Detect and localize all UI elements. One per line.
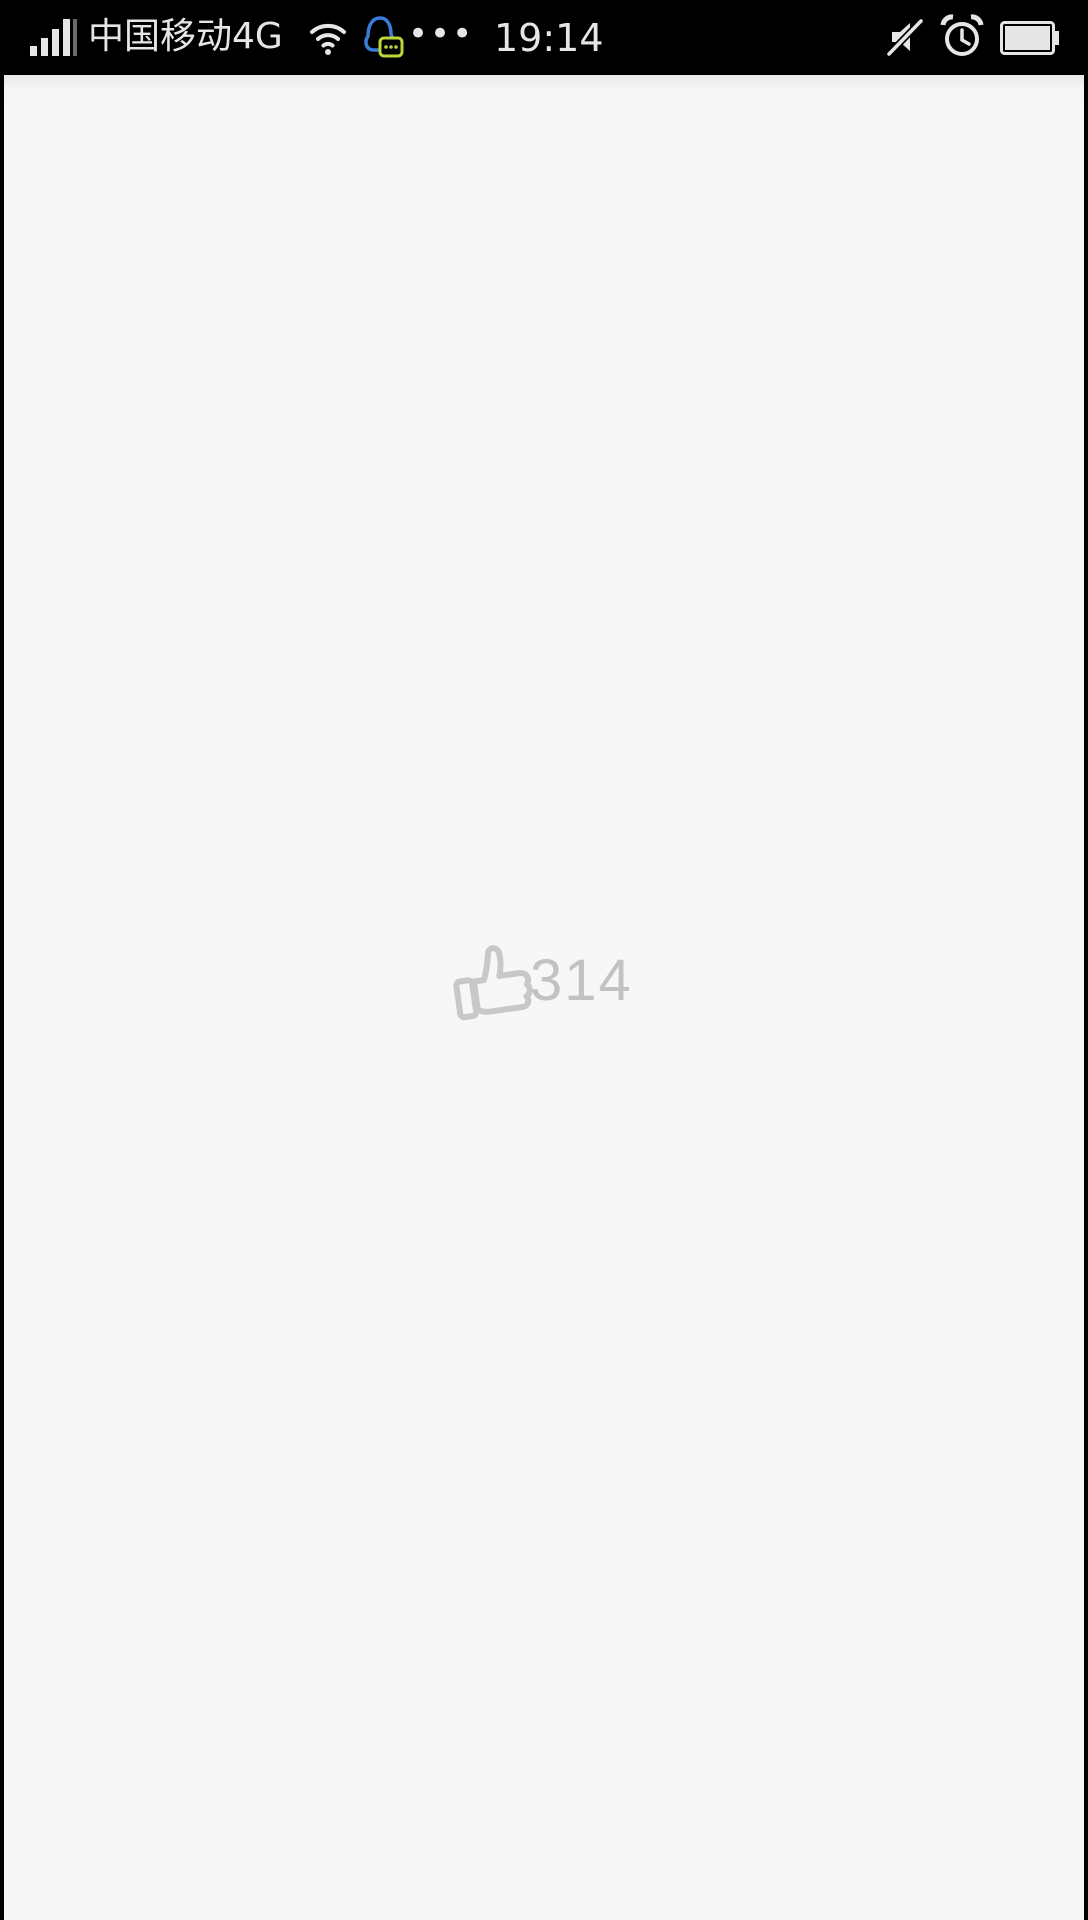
alarm-clock-icon [940, 14, 984, 56]
like-button[interactable]: 314 [450, 941, 633, 1021]
thumbs-up-icon [453, 945, 533, 1021]
status-bar: 中国移动4G ••• 19:14 [0, 0, 1088, 75]
carrier-label: 中国移动4G [88, 16, 283, 57]
signal-bars-icon [30, 19, 77, 56]
page-content: 314 [4, 75, 1084, 1920]
more-notifications-indicator: ••• [408, 14, 475, 54]
like-count: 314 [530, 948, 633, 1013]
qq-notification-icon [364, 16, 404, 58]
vibrate-off-icon [886, 18, 924, 57]
wifi-icon [310, 23, 346, 55]
clock-time: 19:14 [494, 16, 604, 60]
battery-icon [1000, 21, 1059, 55]
